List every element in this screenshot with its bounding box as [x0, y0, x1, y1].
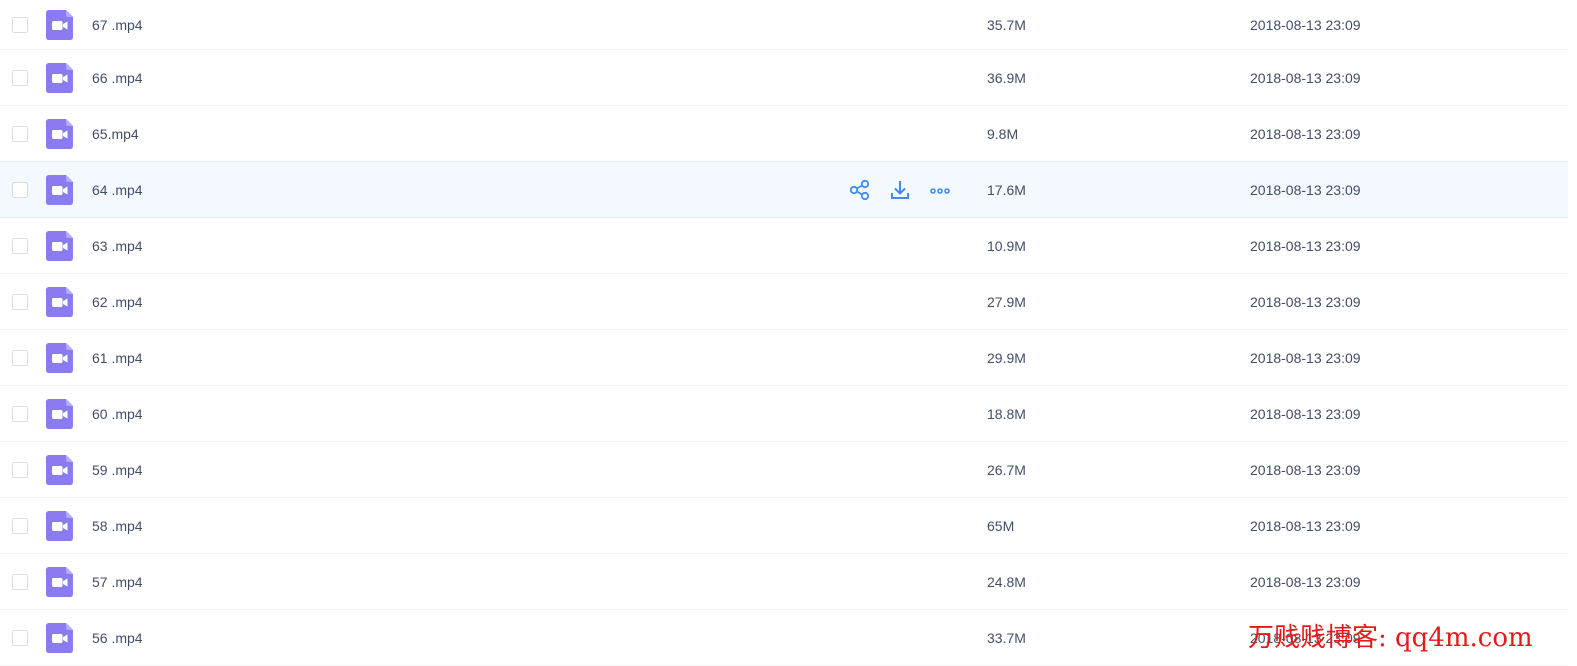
video-file-icon — [46, 174, 73, 205]
video-file-icon — [46, 62, 73, 93]
download-button[interactable] — [888, 178, 912, 202]
file-date: 2018-08-13 23:09 — [1250, 69, 1361, 86]
file-size: 36.9M — [987, 69, 1026, 86]
file-date: 2018-08-13 23:09 — [1250, 405, 1361, 422]
file-row[interactable]: 62 .mp4 27.9M 2018-08-13 23:09 — [0, 274, 1568, 330]
file-date: 2018-08-13 23:09 — [1250, 573, 1361, 590]
file-size: 17.6M — [987, 181, 1026, 198]
download-icon — [891, 180, 909, 199]
video-file-icon — [46, 454, 73, 485]
video-file-icon — [46, 566, 73, 597]
file-row[interactable]: 60 .mp4 18.8M 2018-08-13 23:09 — [0, 386, 1568, 442]
video-file-icon — [46, 9, 73, 40]
file-date: 2018-08-13 23:09 — [1250, 461, 1361, 478]
file-row[interactable]: 59 .mp4 26.7M 2018-08-13 23:09 — [0, 442, 1568, 498]
file-date: 2018-08-13 23:09 — [1250, 517, 1361, 534]
row-checkbox[interactable] — [12, 16, 28, 33]
file-row[interactable]: 65.mp4 9.8M 2018-08-13 23:09 — [0, 106, 1568, 162]
file-name[interactable]: 57 .mp4 — [92, 574, 143, 590]
file-size: 24.8M — [987, 573, 1026, 590]
row-checkbox[interactable] — [12, 293, 28, 310]
file-row-hovered[interactable]: 64 .mp4 17.6M 2018-08-13 23:09 — [0, 162, 1568, 218]
file-name[interactable]: 60 .mp4 — [92, 406, 143, 422]
file-size: 26.7M — [987, 461, 1026, 478]
file-size: 10.9M — [987, 237, 1026, 254]
file-name[interactable]: 59 .mp4 — [92, 462, 143, 478]
file-row[interactable]: 63 .mp4 10.9M 2018-08-13 23:09 — [0, 218, 1568, 274]
file-size: 18.8M — [987, 405, 1026, 422]
row-checkbox[interactable] — [12, 69, 28, 86]
row-checkbox[interactable] — [12, 461, 28, 478]
file-name[interactable]: 58 .mp4 — [92, 518, 143, 534]
file-name[interactable]: 63 .mp4 — [92, 238, 143, 254]
file-row[interactable]: 66 .mp4 36.9M 2018-08-13 23:09 — [0, 50, 1568, 106]
row-checkbox[interactable] — [12, 181, 28, 198]
row-checkbox[interactable] — [12, 405, 28, 422]
more-button[interactable] — [928, 178, 952, 202]
file-size: 9.8M — [987, 125, 1019, 142]
video-file-icon — [46, 622, 73, 653]
row-checkbox[interactable] — [12, 237, 28, 254]
video-file-icon — [46, 118, 73, 149]
file-date: 2018-08-13 23:09 — [1250, 293, 1361, 310]
share-button[interactable] — [848, 178, 872, 202]
file-size: 35.7M — [987, 16, 1026, 33]
file-name[interactable]: 56 .mp4 — [92, 630, 143, 646]
video-file-icon — [46, 230, 73, 261]
row-checkbox[interactable] — [12, 517, 28, 534]
file-date: 2018-08-13 23:09 — [1250, 125, 1361, 142]
file-row[interactable]: 61 .mp4 29.9M 2018-08-13 23:09 — [0, 330, 1568, 386]
row-checkbox[interactable] — [12, 349, 28, 366]
video-file-icon — [46, 342, 73, 373]
row-checkbox[interactable] — [12, 573, 28, 590]
file-size: 65M — [987, 517, 1015, 534]
file-name[interactable]: 61 .mp4 — [92, 350, 143, 366]
file-date: 2018-08-13 23:09 — [1250, 629, 1361, 646]
file-size: 27.9M — [987, 293, 1026, 310]
row-checkbox[interactable] — [12, 629, 28, 646]
file-date: 2018-08-13 23:09 — [1250, 16, 1361, 33]
share-icon — [849, 179, 870, 200]
video-file-icon — [46, 398, 73, 429]
scrollbar-track[interactable] — [1568, 0, 1577, 658]
more-icon — [930, 187, 950, 194]
file-date: 2018-08-13 23:09 — [1250, 349, 1361, 366]
file-row[interactable]: 58 .mp4 65M 2018-08-13 23:09 — [0, 498, 1568, 554]
file-name[interactable]: 67 .mp4 — [92, 17, 143, 33]
file-list: 67 .mp4 35.7M 2018-08-13 23:09 66 .mp4 3… — [0, 0, 1568, 666]
file-size: 29.9M — [987, 349, 1026, 366]
row-actions — [848, 178, 952, 202]
video-file-icon — [46, 510, 73, 541]
file-date: 2018-08-13 23:09 — [1250, 237, 1361, 254]
file-name[interactable]: 62 .mp4 — [92, 294, 143, 310]
file-row[interactable]: 57 .mp4 24.8M 2018-08-13 23:09 — [0, 554, 1568, 610]
file-size: 33.7M — [987, 629, 1026, 646]
file-date: 2018-08-13 23:09 — [1250, 181, 1361, 198]
file-row[interactable]: 67 .mp4 35.7M 2018-08-13 23:09 — [0, 0, 1568, 50]
file-name[interactable]: 65.mp4 — [92, 126, 139, 142]
row-checkbox[interactable] — [12, 125, 28, 142]
video-file-icon — [46, 286, 73, 317]
file-name[interactable]: 64 .mp4 — [92, 182, 143, 198]
file-name[interactable]: 66 .mp4 — [92, 70, 143, 86]
